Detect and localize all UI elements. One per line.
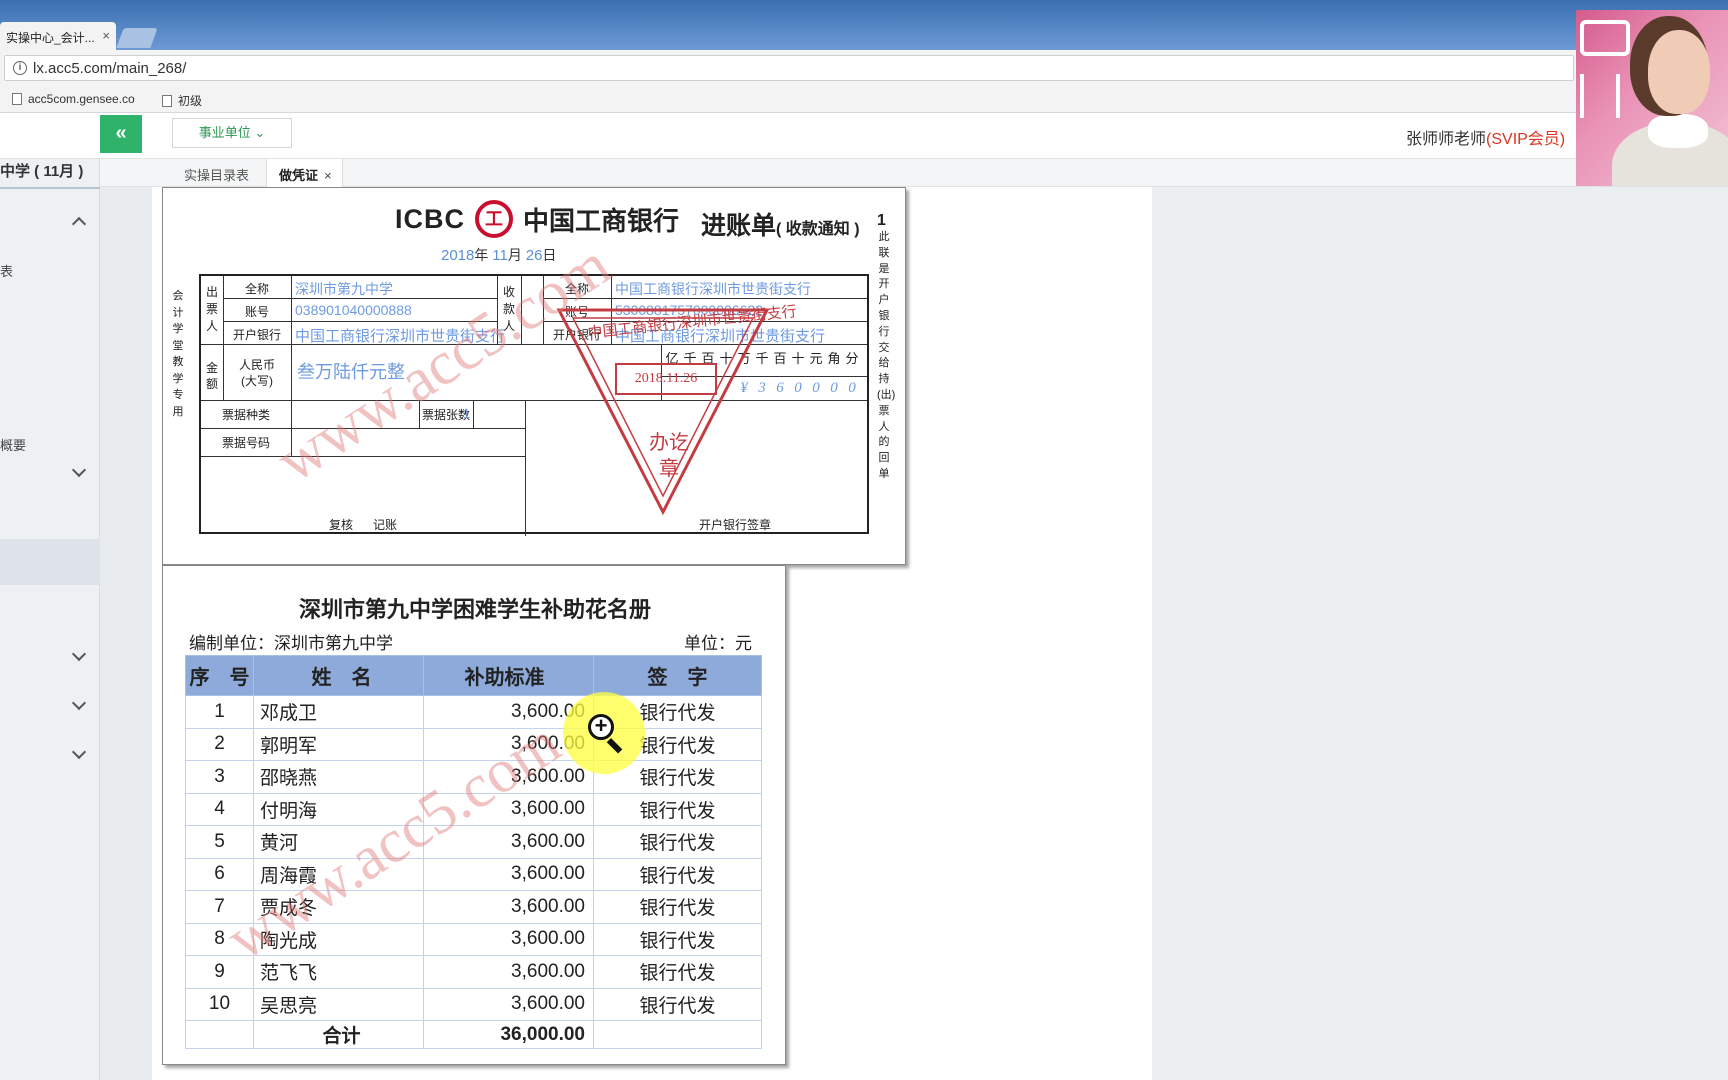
left-sidebar: 中学 ( 11月 ) 表 概要 bbox=[0, 159, 100, 1080]
tab-voucher-label: 做凭证 bbox=[279, 168, 319, 183]
icbc-brand: ICBC bbox=[395, 203, 465, 234]
browser-titlebar: 实操中心_会计... × bbox=[0, 0, 1728, 50]
rmb-sub-label: (大写) bbox=[241, 374, 273, 388]
url-input[interactable]: i lx.acc5.com/main_268/ bbox=[4, 55, 1574, 81]
amount-words-value: 叁万陆仟元整 bbox=[297, 362, 405, 382]
unit-type-value: 事业单位 bbox=[198, 125, 251, 140]
column-header: 姓 名 bbox=[253, 655, 424, 696]
side-note-right: 此联是开户银行交给持(出)票人的回单 bbox=[877, 231, 896, 480]
bookmark-label: acc5com.gensee.co bbox=[28, 92, 135, 106]
app-header: « 事业单位 ⌄ 张师师老师(SVIP会员) bbox=[0, 113, 1728, 159]
chevron-down-icon[interactable] bbox=[71, 695, 87, 711]
table-row: 8 陶光成 3,600.00 银行代发 bbox=[185, 922, 762, 956]
page-icon bbox=[12, 93, 22, 105]
payer-name-value: 深圳市第九中学 bbox=[295, 281, 393, 297]
roster-currency: 单位：元 bbox=[684, 634, 752, 653]
chevron-down-icon[interactable] bbox=[71, 744, 87, 760]
bookmark-label: 初级 bbox=[178, 94, 203, 108]
chevron-up-icon[interactable] bbox=[71, 216, 87, 232]
column-header: 补助标准 bbox=[423, 655, 594, 696]
column-header: 序 号 bbox=[185, 655, 254, 696]
bookmark-chuji[interactable]: 初级 bbox=[162, 92, 202, 109]
url-text: lx.acc5.com/main_268/ bbox=[33, 60, 187, 77]
stamp-line2: 章 bbox=[659, 458, 679, 480]
bank-name: 中国工商银行 bbox=[523, 205, 680, 236]
sidebar-item[interactable]: 概要 bbox=[0, 435, 26, 454]
bank-header: ICBC 工 中国工商银行 bbox=[395, 200, 679, 238]
table-row: 5 黄河 3,600.00 银行代发 bbox=[185, 825, 762, 859]
info-icon[interactable]: i bbox=[13, 61, 27, 75]
webcam-background bbox=[1580, 74, 1620, 118]
table-header-row: 序 号 姓 名 补助标准 签 字 bbox=[185, 655, 762, 696]
payer-account-value: 038901040000888 bbox=[295, 302, 412, 318]
bill-number-label: 票据号码 bbox=[221, 436, 270, 450]
webcam-overlay bbox=[1576, 10, 1728, 186]
payer-full-name-label: 全称 bbox=[244, 282, 269, 296]
chevron-down-icon[interactable] bbox=[71, 462, 87, 478]
browser-tab-title: 实操中心_会计... bbox=[6, 31, 95, 45]
roster-unit: 编制单位：深圳市第九中学 bbox=[189, 634, 393, 653]
chevron-down-icon: ⌄ bbox=[254, 125, 266, 140]
slip-date: 2018年 11月 26日 bbox=[441, 247, 557, 264]
unit-type-dropdown[interactable]: 事业单位 ⌄ bbox=[172, 118, 292, 148]
review-label: 复核 bbox=[329, 518, 354, 532]
page-tabs: 实操目录表 做凭证 × bbox=[100, 159, 1728, 187]
content-background bbox=[1152, 187, 1728, 1080]
user-name: 张师师老师 bbox=[1406, 131, 1487, 148]
bookmarks-bar: acc5com.gensee.co 初级 bbox=[0, 86, 1576, 113]
close-tab-icon[interactable]: × bbox=[102, 28, 110, 43]
chevron-down-icon[interactable] bbox=[71, 646, 87, 662]
collapse-sidebar-button[interactable]: « bbox=[100, 115, 142, 153]
table-row: 2 郭明军 3,600.00 银行代发 bbox=[185, 727, 762, 761]
new-tab-button[interactable] bbox=[116, 28, 158, 48]
browser-tab[interactable]: 实操中心_会计... × bbox=[0, 22, 116, 50]
payer-bank-value: 中国工商银行深圳市世贵街支行 bbox=[295, 328, 506, 345]
tab-catalog[interactable]: 实操目录表 bbox=[184, 165, 249, 184]
table-row: 10 吴思亮 3,600.00 银行代发 bbox=[185, 987, 762, 1021]
slip-title: 进账单( 收款通知 ) bbox=[701, 212, 860, 240]
user-info[interactable]: 张师师老师(SVIP会员) bbox=[1406, 125, 1565, 149]
svip-badge: (SVIP会员) bbox=[1486, 131, 1566, 148]
sidebar-item[interactable]: 表 bbox=[0, 261, 13, 280]
presenter-head bbox=[1648, 30, 1710, 114]
roster-title: 深圳市第九中学困难学生补助花名册 bbox=[298, 597, 651, 622]
payer-label: 出票人 bbox=[205, 285, 218, 333]
zoom-in-cursor-icon: + bbox=[588, 714, 614, 740]
column-header: 签 字 bbox=[593, 655, 762, 696]
table-row: 9 范飞飞 3,600.00 银行代发 bbox=[185, 955, 762, 989]
table-row: 7 贾成冬 3,600.00 银行代发 bbox=[185, 890, 762, 924]
subsidy-roster-image[interactable]: 深圳市第九中学困难学生补助花名册 编制单位：深圳市第九中学 单位：元 序 号 姓… bbox=[162, 565, 786, 1065]
table-row: 6 周海霞 3,600.00 银行代发 bbox=[185, 857, 762, 891]
roster-table: 序 号 姓 名 补助标准 签 字 1 邓成卫 3,600.00 银行代发 2 郭明军 3,… bbox=[185, 655, 762, 1049]
page-icon bbox=[162, 94, 172, 107]
table-total-row: 合计 36,000.00 bbox=[185, 1020, 762, 1049]
stamp-date: 2018.11.26 bbox=[615, 363, 717, 395]
table-row: 3 邵晓燕 3,600.00 银行代发 bbox=[185, 760, 762, 794]
payer-account-label: 账号 bbox=[244, 305, 269, 319]
bill-count-value: 1 bbox=[463, 406, 471, 421]
bill-type-label: 票据种类 bbox=[221, 408, 270, 422]
tab-voucher[interactable]: 做凭证 × bbox=[266, 159, 343, 187]
rmb-label: 人民币 bbox=[238, 358, 275, 372]
record-label: 记账 bbox=[373, 518, 398, 532]
webcam-background bbox=[1580, 20, 1630, 56]
payer-bank-label: 开户银行 bbox=[232, 328, 281, 342]
sidebar-item-selected[interactable] bbox=[0, 539, 100, 585]
table-row: 1 邓成卫 3,600.00 银行代发 bbox=[185, 695, 762, 729]
deposit-slip-image[interactable]: ICBC 工 中国工商银行 进账单( 收款通知 ) 1 2018年 11月 26… bbox=[162, 187, 906, 565]
side-note-left: 会计学堂教学专用 bbox=[172, 290, 184, 418]
amount-label: 金额 bbox=[205, 361, 218, 391]
bank-sign-label: 开户银行签章 bbox=[699, 518, 772, 532]
close-icon[interactable]: × bbox=[324, 168, 332, 183]
stamp-line1: 办讫 bbox=[649, 432, 689, 454]
sidebar-title[interactable]: 中学 ( 11月 ) bbox=[0, 159, 100, 189]
table-row: 4 付明海 3,600.00 银行代发 bbox=[185, 792, 762, 826]
bookmark-gensee[interactable]: acc5com.gensee.co bbox=[12, 92, 135, 106]
copy-number: 1 bbox=[877, 212, 886, 229]
payee-name-value: 中国工商银行深圳市世贵街支行 bbox=[615, 281, 811, 297]
icbc-logo-icon: 工 bbox=[475, 200, 513, 238]
payee-full-name-label: 全称 bbox=[564, 282, 589, 296]
address-bar: i lx.acc5.com/main_268/ bbox=[0, 50, 1576, 86]
presenter-scarf bbox=[1648, 114, 1708, 148]
